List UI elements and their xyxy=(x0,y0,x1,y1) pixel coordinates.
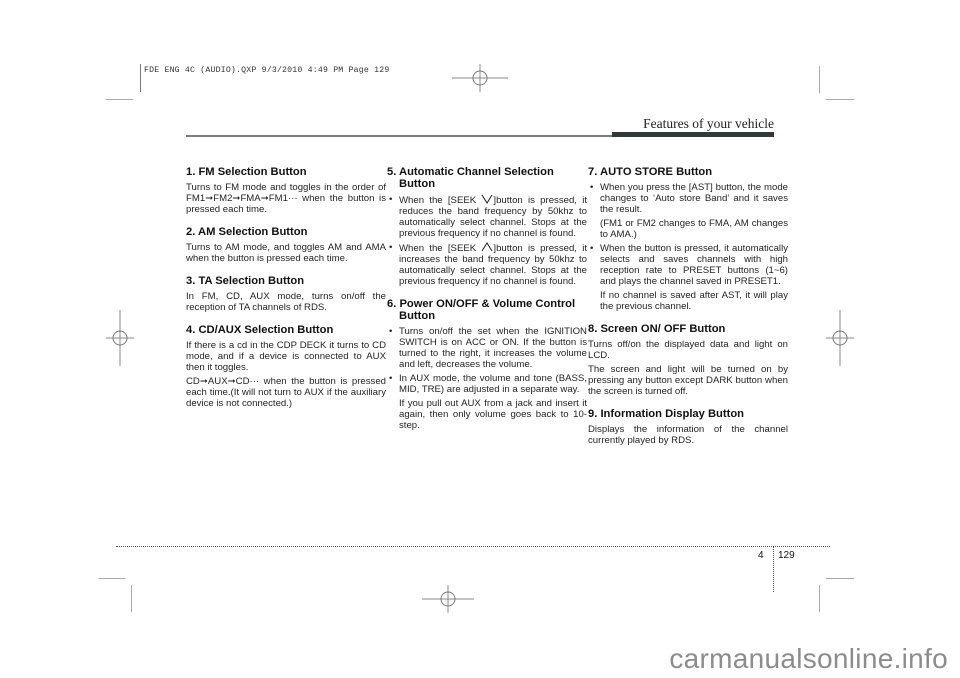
crop-mark-tl-h xyxy=(106,99,133,100)
section-am-selection: 2. AM Selection Button Turns to AM mode,… xyxy=(186,226,386,264)
bullet-icon: • xyxy=(389,194,393,205)
bullet-list: • When the [SEEK ]button is pressed, it … xyxy=(387,194,587,287)
print-slug: FDE ENG 4C (AUDIO).QXP 9/3/2010 4:49 PM … xyxy=(144,66,390,75)
list-item-text: Turns on/off the set when the IGNITION S… xyxy=(399,326,587,370)
registration-mark-icon xyxy=(452,64,508,92)
list-item: • When the [SEEK ]button is pressed, it … xyxy=(387,194,587,239)
list-item-text: When the button is pressed, it automatic… xyxy=(600,243,788,287)
section-header-title: Features of your vehicle xyxy=(643,116,774,131)
registration-mark-icon xyxy=(106,310,134,366)
section-title: 5. Automatic Channel Selection Button xyxy=(387,166,554,190)
bullet-icon: • xyxy=(590,243,594,254)
section-text: The screen and light will be turned on b… xyxy=(588,364,788,397)
column-1: 1. FM Selection Button Turns to FM mode … xyxy=(186,166,386,420)
bullet-icon: • xyxy=(389,373,393,384)
section-title: 7. AUTO STORE Button xyxy=(588,166,713,178)
header-tab-bar xyxy=(612,132,774,137)
section-text: If there is a cd in the CDP DECK it turn… xyxy=(186,340,386,373)
section-information-display: 9. Information Display Button Displays t… xyxy=(588,408,788,446)
section-fm-selection: 1. FM Selection Button Turns to FM mode … xyxy=(186,166,386,215)
list-item-text: In AUX mode, the volume and tone (BASS, … xyxy=(399,373,587,395)
list-item: • Turns on/off the set when the IGNITION… xyxy=(387,326,587,370)
list-item-extra: If no channel is saved after AST, it wil… xyxy=(600,290,788,312)
crop-mark-tr-h xyxy=(826,99,854,100)
crop-mark-bl-h xyxy=(99,578,125,579)
section-title: 9. Information Display Button xyxy=(588,408,745,420)
bullet-list: • When you press the [AST] button, the m… xyxy=(588,182,788,312)
crop-mark-bl-v xyxy=(131,585,132,612)
section-title: 8. Screen ON/ OFF Button xyxy=(588,323,726,335)
watermark-link[interactable]: carmanualsonline.info xyxy=(669,643,948,675)
registration-mark-icon xyxy=(826,310,854,366)
section-text: Turns off/on the displayed data and ligh… xyxy=(588,339,788,361)
section-text: CD➞AUX➞CD··· when the button is pressed … xyxy=(186,376,386,409)
section-screen-on-off: 8. Screen ON/ OFF Button Turns off/on th… xyxy=(588,323,788,397)
list-item: • When the [SEEK ]button is pressed, it … xyxy=(387,242,587,287)
list-item-text: When the [SEEK xyxy=(399,243,482,254)
section-cd-aux-selection: 4. CD/AUX Selection Button If there is a… xyxy=(186,324,386,409)
seek-down-chevron-icon xyxy=(481,194,493,204)
section-text: Turns to FM mode and toggles in the orde… xyxy=(186,182,386,215)
crop-mark-br-v xyxy=(819,585,820,612)
section-text: Turns to AM mode, and toggles AM and AMA… xyxy=(186,242,386,264)
section-title: 2. AM Selection Button xyxy=(186,226,308,238)
section-text: Displays the information of the channel … xyxy=(588,424,788,446)
section-title: 6. Power ON/OFF & Volume Control Button xyxy=(387,298,576,322)
section-automatic-channel-selection: 5. Automatic Channel Selection Button • … xyxy=(387,166,587,287)
list-item-extra: (FM1 or FM2 changes to FMA, AM changes t… xyxy=(600,218,788,240)
section-auto-store: 7. AUTO STORE Button • When you press th… xyxy=(588,166,788,312)
crop-mark-tr-v xyxy=(819,66,820,93)
footer-dotted-rule xyxy=(116,546,830,547)
bullet-icon: • xyxy=(389,326,393,337)
bullet-icon: • xyxy=(389,242,393,253)
section-title: 4. CD/AUX Selection Button xyxy=(186,324,334,336)
slug-rule xyxy=(140,64,141,92)
list-item: • In AUX mode, the volume and tone (BASS… xyxy=(387,373,587,431)
list-item-extra: If you pull out AUX from a jack and inse… xyxy=(399,398,587,431)
registration-mark-icon xyxy=(422,585,474,613)
crop-mark-br-h xyxy=(826,578,854,579)
list-item-text: When you press the [AST] button, the mod… xyxy=(600,182,788,215)
footer-dotted-divider xyxy=(773,546,774,592)
chapter-number: 4 xyxy=(758,550,764,561)
seek-up-chevron-icon xyxy=(481,242,493,252)
page-number: 129 xyxy=(778,550,795,561)
bullet-list: • Turns on/off the set when the IGNITION… xyxy=(387,326,587,431)
section-text: In FM, CD, AUX mode, turns on/off the re… xyxy=(186,291,386,313)
list-item: • When you press the [AST] button, the m… xyxy=(588,182,788,240)
bullet-icon: • xyxy=(590,182,594,193)
section-ta-selection: 3. TA Selection Button In FM, CD, AUX mo… xyxy=(186,275,386,313)
section-title: 1. FM Selection Button xyxy=(186,166,307,178)
column-3: 7. AUTO STORE Button • When you press th… xyxy=(588,166,788,457)
column-2: 5. Automatic Channel Selection Button • … xyxy=(387,166,587,442)
list-item: • When the button is pressed, it automat… xyxy=(588,243,788,312)
list-item-text: When the [SEEK xyxy=(399,195,482,206)
section-title: 3. TA Selection Button xyxy=(186,275,305,287)
section-power-volume: 6. Power ON/OFF & Volume Control Button … xyxy=(387,298,587,431)
